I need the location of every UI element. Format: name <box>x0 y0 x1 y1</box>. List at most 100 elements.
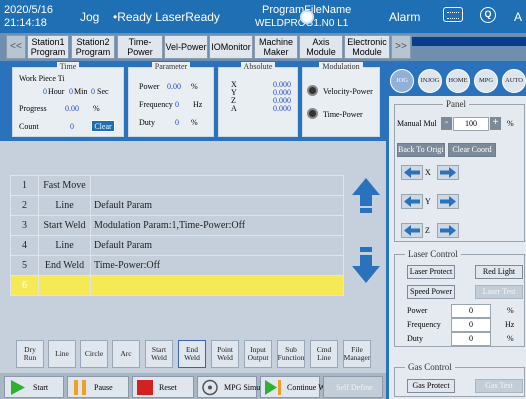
laser-frequency-input[interactable]: 0 <box>451 318 491 332</box>
mode-mpg-button[interactable]: MPG <box>474 69 498 93</box>
reset-button[interactable]: Reset <box>132 376 194 398</box>
laser-power-unit: % <box>507 306 514 315</box>
row-command: Start Weld <box>38 215 91 236</box>
laser-power-label: Power <box>407 306 428 315</box>
clear-count-button[interactable]: Clear <box>91 120 115 132</box>
module-tab-strip: << Station1 Program Station2 Program Tim… <box>0 33 526 61</box>
pause-button[interactable]: Pause <box>67 376 129 398</box>
mode-home-button[interactable]: HOME <box>446 69 470 93</box>
app-window: 2020/5/16 21:14:18 Jog •Ready LaserReady… <box>0 0 526 399</box>
laser-frequency-unit: Hz <box>505 320 515 329</box>
mode-auto-button[interactable]: AUTO <box>502 69 526 93</box>
manual-mul-decrease-button[interactable]: - <box>441 117 452 130</box>
tab-vel-power[interactable]: Vel-Power <box>164 35 208 59</box>
self-define-button[interactable]: Self Define <box>323 376 383 398</box>
table-row[interactable]: 4 Line Default Param <box>10 235 344 256</box>
point-weld-button[interactable]: Point Weld <box>211 340 239 368</box>
move-row-up-icon[interactable] <box>352 178 380 214</box>
gas-control-group: Gas Control Gas Protect Gas Test <box>394 362 525 397</box>
dry-run-button[interactable]: Dry Run <box>16 340 44 368</box>
row-command: Line <box>38 235 91 256</box>
start-button[interactable]: Start <box>4 376 64 398</box>
end-weld-button[interactable]: End Weld <box>178 340 206 368</box>
progress-unit: % <box>93 104 100 113</box>
jog-y-plus-button[interactable] <box>437 194 459 209</box>
jog-x-plus-button[interactable] <box>437 165 459 180</box>
arc-button[interactable]: Arc <box>112 340 140 368</box>
mode-injog-button[interactable]: INJOG <box>418 69 442 93</box>
table-row[interactable]: 5 End Weld Time-Power:Off <box>10 255 344 276</box>
table-row[interactable]: 1 Fast Move <box>10 175 344 196</box>
tab-scroll-right-button[interactable]: >> <box>391 35 411 59</box>
mode-jog-button[interactable]: JOG <box>390 69 414 93</box>
sub-function-button[interactable]: Sub Function <box>277 340 305 368</box>
alarm-label[interactable]: Alarm <box>389 10 420 24</box>
selected-table-row[interactable]: 6 <box>10 275 344 296</box>
manual-mul-input[interactable]: 100 <box>453 117 489 131</box>
arrow-left-icon <box>404 167 420 178</box>
sec-value: 0 <box>91 87 95 96</box>
keyboard-icon[interactable] <box>443 7 463 22</box>
clear-coord-button[interactable]: Clear Coord <box>448 143 496 157</box>
row-number: 5 <box>10 255 39 276</box>
cmd-line-button[interactable]: Cmd Line <box>310 340 338 368</box>
time-group-title: Time <box>56 62 80 71</box>
tab-scroll-left-button[interactable]: << <box>6 35 26 59</box>
laser-protect-button[interactable]: Laser Protect <box>407 265 455 279</box>
red-light-button[interactable]: Red Light <box>475 265 523 279</box>
file-manager-button[interactable]: File Manager <box>343 340 371 368</box>
laser-duty-input[interactable]: 0 <box>451 332 491 346</box>
tab-electronic-module[interactable]: Electronic Module <box>344 35 390 59</box>
table-row[interactable]: 2 Line Default Param <box>10 195 344 216</box>
jog-x-label: X <box>425 168 431 177</box>
jog-y-label: Y <box>425 197 431 206</box>
arrow-right-icon <box>440 167 456 178</box>
table-row[interactable]: 3 Start Weld Modulation Param:1,Time-Pow… <box>10 215 344 236</box>
gas-protect-button[interactable]: Gas Protect <box>407 379 455 393</box>
jog-z-minus-button[interactable] <box>401 223 423 238</box>
laser-test-button[interactable]: Laser Test <box>475 285 523 299</box>
gas-test-button[interactable]: Gas Test <box>475 379 523 393</box>
program-table-area: 1 Fast Move 2 Line Default Param 3 Start… <box>0 141 386 336</box>
line-button[interactable]: Line <box>48 340 76 368</box>
manual-mul-increase-button[interactable]: + <box>490 117 501 130</box>
time-group: Time Work Piece Ti 0 Hour 0 Min 0 Sec Pr… <box>12 62 124 137</box>
tab-time-power[interactable]: Time-Power <box>117 35 163 59</box>
right-control-panel: JOG INJOG HOME MPG AUTO Panel Manual Mul… <box>386 61 526 399</box>
work-piece-label: Work Piece Ti <box>19 74 65 83</box>
velocity-power-label: Velocity-Power <box>323 87 373 96</box>
continue-weld-button[interactable]: Continue Weld <box>260 376 335 398</box>
velocity-power-radio[interactable] <box>307 85 318 96</box>
laser-duty-label: Duty <box>407 334 423 343</box>
laser-frequency-label: Frequency <box>407 320 441 329</box>
jog-x-minus-button[interactable] <box>401 165 423 180</box>
row-parameter <box>90 275 344 296</box>
tab-station1-program[interactable]: Station1 Program <box>27 35 69 59</box>
sec-unit: Sec <box>97 87 109 96</box>
power-value: 0.00 <box>167 82 181 91</box>
arrow-left-icon <box>404 196 420 207</box>
tab-io-monitor[interactable]: IOMonitor <box>209 35 253 59</box>
laser-power-input[interactable]: 0 <box>451 304 491 318</box>
user-icon[interactable]: Q <box>480 7 496 23</box>
tab-axis-module[interactable]: Axis Module <box>299 35 343 59</box>
mpg-simu-button[interactable]: MPG Simu <box>197 376 260 398</box>
start-weld-button[interactable]: Start Weld <box>145 340 173 368</box>
tab-machine-maker[interactable]: Machine Maker <box>254 35 298 59</box>
time-power-radio[interactable] <box>307 108 318 119</box>
speed-power-button[interactable]: Speed Power <box>407 285 455 299</box>
date-readout: 2020/5/16 <box>4 4 53 16</box>
row-parameter: Default Param <box>90 195 344 216</box>
tab-station2-program[interactable]: Station2 Program <box>71 35 115 59</box>
jog-z-plus-button[interactable] <box>437 223 459 238</box>
jog-y-minus-button[interactable] <box>401 194 423 209</box>
row-command: Line <box>38 195 91 216</box>
move-row-down-icon[interactable] <box>352 247 380 283</box>
back-to-origin-button[interactable]: Back To Origin <box>397 143 445 157</box>
input-output-button[interactable]: Input Output <box>244 340 272 368</box>
arrow-left-icon <box>404 225 420 236</box>
mode-selector: JOG INJOG HOME MPG AUTO <box>389 61 526 96</box>
mode-readout: Jog <box>80 10 100 24</box>
circle-button[interactable]: Circle <box>80 340 108 368</box>
ready-status: •Ready LaserReady <box>113 10 220 24</box>
